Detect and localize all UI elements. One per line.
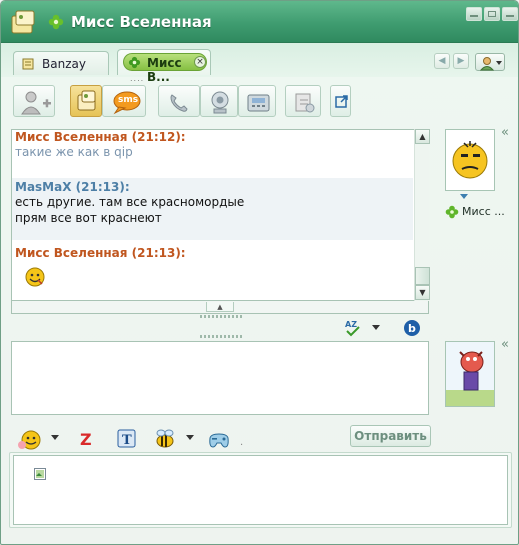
app-logo-icon — [11, 10, 35, 34]
message-text: прям все вот краснеют — [15, 211, 162, 225]
online-status-icon — [128, 56, 141, 69]
splitter-grip[interactable] — [200, 315, 242, 318]
tab-scroll-right-button[interactable]: ▶ — [453, 53, 469, 69]
online-status-icon — [48, 14, 64, 30]
buddy-avatar[interactable] — [445, 129, 495, 191]
svg-text:Z: Z — [80, 430, 92, 449]
phone-icon — [170, 94, 188, 112]
notepad-icon — [22, 58, 34, 70]
fax-button[interactable] — [238, 85, 276, 117]
toolbar-separator: . — [240, 437, 244, 448]
scroll-down-button[interactable]: ▼ — [415, 285, 430, 300]
svg-text:AZ: AZ — [345, 320, 357, 329]
message-text: есть другие. там все красномордые — [15, 195, 245, 209]
add-user-icon — [21, 91, 51, 115]
gamepad-icon[interactable] — [206, 429, 232, 451]
chevron-down-icon[interactable] — [371, 323, 381, 331]
tab-banzay[interactable]: Banzay — [13, 51, 109, 75]
scroll-up-button[interactable]: ▲ — [415, 129, 430, 144]
add-contact-button[interactable] — [13, 85, 55, 117]
document-icon — [295, 93, 315, 113]
user-menu-icon — [479, 57, 502, 71]
bold-mode-icon[interactable]: b — [403, 319, 421, 337]
send-button[interactable]: Отправить — [350, 425, 431, 447]
contact-menu-button[interactable] — [475, 53, 505, 71]
collapse-splitter-button[interactable]: ▲ — [206, 302, 234, 312]
notepad-icon — [77, 90, 96, 111]
external-window-icon — [335, 95, 348, 108]
my-avatar-image — [446, 342, 494, 406]
buddy-menu-arrow-icon[interactable] — [460, 194, 468, 199]
minimize-button[interactable] — [466, 7, 482, 21]
maximize-button[interactable] — [484, 7, 500, 21]
sms-label: sms — [118, 95, 139, 105]
video-call-button[interactable] — [200, 85, 238, 117]
chevron-down-icon[interactable] — [186, 435, 194, 441]
splitter-grip[interactable] — [200, 335, 242, 338]
emoticons-icon[interactable] — [17, 428, 47, 450]
tab-banzay-label: Banzay — [42, 57, 86, 71]
active-tab-pill: Мисс В... × — [123, 53, 207, 84]
svg-text:b: b — [408, 322, 416, 335]
tab-close-icon[interactable]: × — [194, 56, 206, 68]
image-placeholder-icon — [34, 468, 46, 480]
sms-button[interactable]: sms — [102, 85, 146, 117]
chat-scrollbar[interactable]: ▲ ▼ — [414, 129, 430, 301]
font-icon[interactable]: T — [117, 429, 137, 449]
message-sender: MasMaX (21:13): — [15, 180, 130, 194]
chat-message: Мисс Вселенная (21:13): — [12, 246, 413, 298]
chat-message: Мисс Вселенная (21:12): такие же как в q… — [12, 130, 413, 178]
svg-text:T: T — [122, 433, 132, 448]
buzz-icon[interactable]: Z — [78, 429, 96, 449]
chat-window: Мисс Вселенная Banzay Мисс В... × .... ◀… — [0, 0, 519, 545]
chat-message: MasMaX (21:13): есть другие. там все кра… — [12, 178, 413, 240]
buddy-name[interactable]: Мисс ... — [462, 205, 505, 218]
message-input[interactable] — [11, 341, 429, 415]
typing-indicator: .... — [130, 74, 145, 83]
bee-icon[interactable] — [152, 427, 178, 451]
message-sender: Мисс Вселенная (21:12): — [15, 130, 186, 144]
tab-scroll-left-button[interactable]: ◀ — [434, 53, 450, 69]
tab-miss[interactable]: Мисс В... × — [117, 49, 211, 84]
my-avatar[interactable] — [445, 341, 495, 407]
message-mode-button[interactable] — [70, 85, 102, 117]
window-title: Мисс Вселенная — [71, 13, 212, 31]
buddy-avatar-image — [452, 141, 488, 179]
close-button[interactable] — [502, 7, 518, 21]
call-button[interactable] — [158, 85, 200, 117]
webcam-icon — [211, 91, 229, 114]
spellcheck-icon[interactable]: AZ — [343, 319, 363, 337]
scroll-thumb[interactable] — [415, 267, 430, 285]
chat-log[interactable]: Мисс Вселенная (21:12): такие же как в q… — [11, 129, 429, 301]
title-bar[interactable]: Мисс Вселенная — [1, 1, 518, 43]
bottom-panel[interactable] — [13, 455, 508, 525]
fax-icon — [247, 94, 270, 112]
online-status-icon — [445, 205, 459, 219]
message-text: такие же как в qip — [15, 145, 133, 159]
chevron-down-icon[interactable] — [51, 435, 59, 441]
detach-tab-button[interactable] — [330, 85, 351, 117]
collapse-avatar-icon[interactable]: « — [501, 337, 509, 352]
collapse-avatar-icon[interactable]: « — [501, 125, 509, 140]
message-sender: Мисс Вселенная (21:13): — [15, 246, 186, 260]
smiley-icon — [25, 267, 45, 287]
history-button[interactable] — [285, 85, 321, 117]
